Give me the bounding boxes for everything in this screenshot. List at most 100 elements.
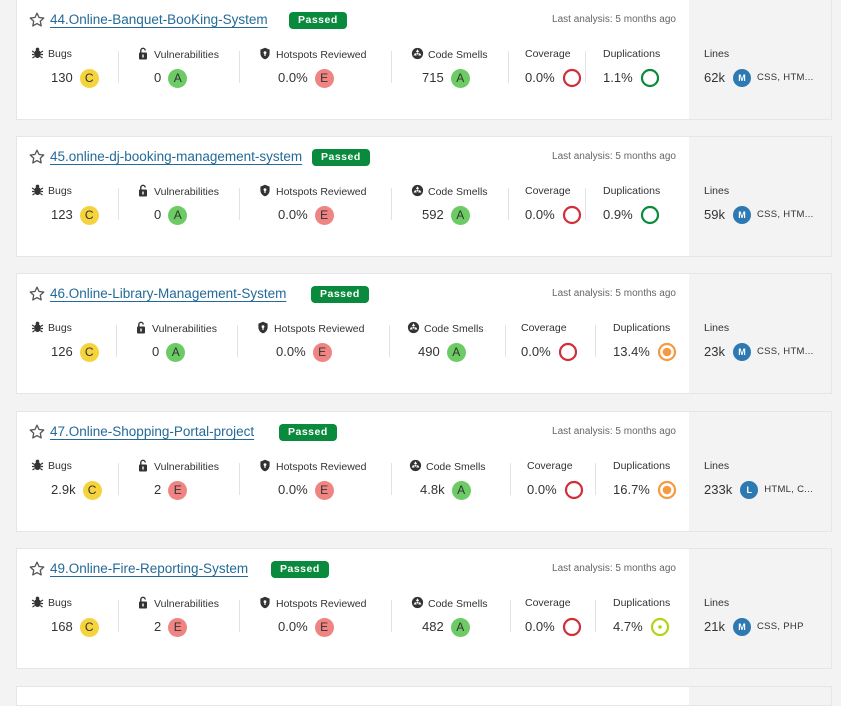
star-icon[interactable] [29, 561, 45, 577]
duplications-value[interactable]: 0.9% [603, 205, 633, 225]
hotspots-rating[interactable]: E [314, 617, 334, 637]
code-smells-metric[interactable]: Code Smells 490 A [407, 321, 484, 362]
code-smells-label: Code Smells [426, 461, 486, 473]
bugs-value[interactable]: 126 [51, 342, 73, 362]
hotspots-metric[interactable]: Hotspots Reviewed 0.0% E [259, 184, 366, 225]
code-smells-metric[interactable]: Code Smells 482 A [411, 596, 488, 637]
project-name-link[interactable]: 44.Online-Banquet-BooKing-System [50, 12, 268, 27]
duplications-metric[interactable]: Duplications 1.1% [603, 47, 661, 88]
star-icon[interactable] [29, 149, 45, 165]
coverage-value[interactable]: 0.0% [525, 617, 555, 637]
vulnerabilities-value[interactable]: 0 [154, 68, 161, 88]
bugs-value[interactable]: 2.9k [51, 480, 76, 500]
hotspots-metric[interactable]: Hotspots Reviewed 0.0% E [259, 459, 366, 500]
code-smells-value[interactable]: 592 [422, 205, 444, 225]
project-name-link[interactable]: 47.Online-Shopping-Portal-project [50, 424, 254, 439]
code-smells-rating[interactable]: A [451, 480, 471, 500]
coverage-value[interactable]: 0.0% [521, 342, 551, 362]
coverage-label: Coverage [521, 322, 567, 334]
quality-gate-passed-badge: Passed [279, 424, 337, 441]
size-rating: L [740, 481, 759, 499]
lines-panel [689, 687, 831, 705]
hotspots-metric[interactable]: Hotspots Reviewed 0.0% E [257, 321, 364, 362]
project-name-link[interactable]: 45.online-dj-booking-management-system [50, 149, 302, 164]
vulnerabilities-value[interactable]: 0 [154, 205, 161, 225]
vulnerabilities-value[interactable]: 2 [154, 617, 161, 637]
code-smells-rating[interactable]: A [450, 68, 470, 88]
duplications-value[interactable]: 16.7% [613, 480, 650, 500]
vulnerabilities-metric[interactable]: Vulnerabilities 2E [137, 596, 219, 637]
duplications-metric[interactable]: Duplications 0.9% [603, 184, 660, 225]
star-icon[interactable] [29, 286, 45, 302]
vulnerabilities-metric[interactable]: Vulnerabilities 0A [137, 47, 219, 88]
coverage-metric[interactable]: Coverage 0.0% [521, 321, 578, 362]
code-smells-value[interactable]: 715 [422, 68, 444, 88]
vulnerabilities-rating[interactable]: A [166, 342, 186, 362]
hotspots-rating[interactable]: E [314, 68, 334, 88]
hotspots-rating[interactable]: E [314, 205, 334, 225]
hotspots-value[interactable]: 0.0% [278, 68, 308, 88]
code-smells-metric[interactable]: Code Smells 4.8k A [409, 459, 486, 500]
duplications-value[interactable]: 1.1% [603, 68, 633, 88]
hotspots-metric[interactable]: Hotspots Reviewed 0.0% E [259, 596, 366, 637]
bugs-rating[interactable]: C [79, 342, 99, 362]
bugs-value[interactable]: 130 [51, 68, 73, 88]
lines-metric: Lines 62k M CSS, HTM... [704, 47, 814, 87]
vulnerabilities-value[interactable]: 0 [152, 342, 159, 362]
project-card: 49.Online-Fire-Reporting-System Passed L… [16, 548, 832, 669]
coverage-metric[interactable]: Coverage 0.0% [525, 596, 582, 637]
duplications-metric[interactable]: Duplications 13.4% [613, 321, 677, 362]
duplications-value[interactable]: 4.7% [613, 617, 643, 637]
coverage-value[interactable]: 0.0% [525, 205, 555, 225]
hotspots-rating[interactable]: E [312, 342, 332, 362]
bugs-metric[interactable]: Bugs 130 C [31, 47, 99, 88]
code-smells-rating[interactable]: A [450, 617, 470, 637]
code-smells-value[interactable]: 482 [422, 617, 444, 637]
vulnerabilities-value[interactable]: 2 [154, 480, 161, 500]
hotspots-value[interactable]: 0.0% [276, 342, 306, 362]
bugs-value[interactable]: 123 [51, 205, 73, 225]
hotspots-value[interactable]: 0.0% [278, 480, 308, 500]
vulnerabilities-rating[interactable]: A [168, 205, 188, 225]
bugs-metric[interactable]: Bugs 2.9k C [31, 459, 102, 500]
bugs-rating[interactable]: C [79, 617, 99, 637]
coverage-metric[interactable]: Coverage 0.0% [525, 184, 582, 225]
bugs-rating[interactable]: C [82, 480, 102, 500]
coverage-label: Coverage [525, 597, 571, 609]
code-smells-metric[interactable]: Code Smells 715 A [411, 47, 488, 88]
coverage-value[interactable]: 0.0% [527, 480, 557, 500]
bugs-metric[interactable]: Bugs 123 C [31, 184, 99, 225]
code-smells-rating[interactable]: A [450, 205, 470, 225]
project-name-link[interactable]: 49.Online-Fire-Reporting-System [50, 561, 248, 576]
vulnerabilities-metric[interactable]: Vulnerabilities 0A [135, 321, 217, 362]
coverage-value[interactable]: 0.0% [525, 68, 555, 88]
bugs-rating[interactable]: C [79, 68, 99, 88]
hotspots-value[interactable]: 0.0% [278, 205, 308, 225]
code-smells-value[interactable]: 4.8k [420, 480, 445, 500]
bugs-value[interactable]: 168 [51, 617, 73, 637]
lines-metric: Lines 23k M CSS, HTM... [704, 321, 814, 361]
code-smells-rating[interactable]: A [446, 342, 466, 362]
star-icon[interactable] [29, 424, 45, 440]
code-smells-metric[interactable]: Code Smells 592 A [411, 184, 488, 225]
duplications-metric[interactable]: Duplications 4.7% [613, 596, 670, 637]
star-icon[interactable] [29, 12, 45, 28]
code-smells-value[interactable]: 490 [418, 342, 440, 362]
coverage-metric[interactable]: Coverage 0.0% [525, 47, 582, 88]
hotspots-metric[interactable]: Hotspots Reviewed 0.0% E [259, 47, 366, 88]
duplications-metric[interactable]: Duplications 16.7% [613, 459, 677, 500]
bugs-rating[interactable]: C [79, 205, 99, 225]
project-name-link[interactable]: 46.Online-Library-Management-System [50, 286, 286, 301]
bugs-metric[interactable]: Bugs 168 C [31, 596, 99, 637]
bugs-metric[interactable]: Bugs 126 C [31, 321, 99, 362]
vulnerabilities-metric[interactable]: Vulnerabilities 0A [137, 184, 219, 225]
hotspots-value[interactable]: 0.0% [278, 617, 308, 637]
duplications-label: Duplications [603, 48, 661, 60]
coverage-metric[interactable]: Coverage 0.0% [527, 459, 584, 500]
duplications-value[interactable]: 13.4% [613, 342, 650, 362]
vulnerabilities-rating[interactable]: A [168, 68, 188, 88]
vulnerabilities-rating[interactable]: E [168, 480, 188, 500]
vulnerabilities-metric[interactable]: Vulnerabilities 2E [137, 459, 219, 500]
vulnerabilities-rating[interactable]: E [168, 617, 188, 637]
hotspots-rating[interactable]: E [314, 480, 334, 500]
